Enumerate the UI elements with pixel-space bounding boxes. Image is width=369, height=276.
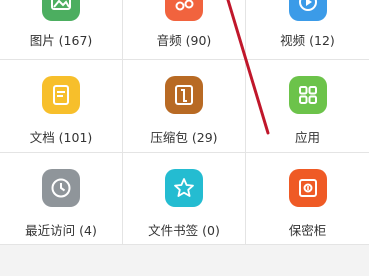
- category-pictures[interactable]: 图片 (167): [0, 0, 123, 60]
- archive-icon: [165, 76, 203, 114]
- file-category-grid: 图片 (167) 音频 (90) 视频 (12) 文档 (101) 压缩包 (2…: [0, 0, 369, 245]
- apps-grid-icon: [288, 76, 327, 114]
- safe-icon: [288, 169, 327, 207]
- category-label: 音频 (90): [156, 33, 212, 48]
- category-apps[interactable]: 应用: [246, 60, 369, 153]
- category-label: 文档 (101): [29, 130, 93, 145]
- star-icon: [165, 169, 203, 207]
- category-safe[interactable]: 保密柜: [246, 153, 369, 245]
- footer-area: [0, 245, 369, 276]
- category-label: 图片 (167): [29, 33, 93, 48]
- document-icon: [42, 76, 80, 114]
- category-label: 压缩包 (29): [150, 130, 218, 145]
- category-video[interactable]: 视频 (12): [246, 0, 369, 60]
- category-recent[interactable]: 最近访问 (4): [0, 153, 123, 245]
- category-label: 应用: [294, 130, 320, 145]
- category-archives[interactable]: 压缩包 (29): [123, 60, 246, 153]
- picture-icon: [42, 0, 80, 21]
- category-label: 最近访问 (4): [25, 223, 97, 238]
- category-bookmarks[interactable]: 文件书签 (0): [123, 153, 246, 245]
- category-label: 文件书签 (0): [148, 223, 220, 238]
- category-audio[interactable]: 音频 (90): [123, 0, 246, 60]
- clock-icon: [42, 169, 80, 207]
- video-icon: [288, 0, 327, 21]
- music-icon: [165, 0, 203, 21]
- category-label: 视频 (12): [280, 33, 335, 48]
- category-documents[interactable]: 文档 (101): [0, 60, 123, 153]
- category-label: 保密柜: [288, 223, 327, 238]
